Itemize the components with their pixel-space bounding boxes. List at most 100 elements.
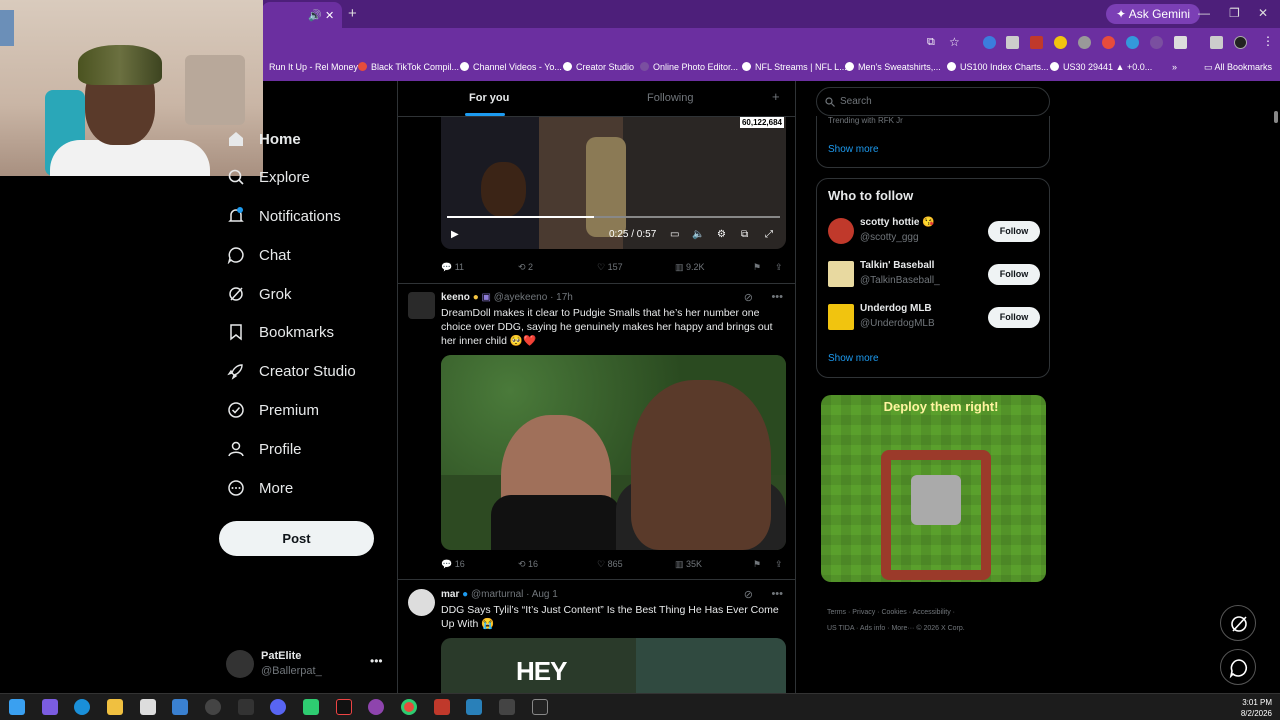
nav-profile[interactable]: Profile bbox=[219, 435, 302, 463]
bookmark-item[interactable]: US100 Index Charts... bbox=[947, 62, 1049, 72]
more-dots-icon[interactable]: ••• bbox=[771, 291, 783, 303]
share-icon[interactable]: ⇪ bbox=[775, 559, 783, 570]
captions-icon[interactable]: ▭ bbox=[670, 229, 679, 240]
show-more-link[interactable]: Show more bbox=[828, 144, 879, 155]
search-input[interactable]: Search bbox=[816, 87, 1050, 116]
grok-icon[interactable]: ⊘ bbox=[744, 291, 753, 304]
fullscreen-icon[interactable]: ⤢ bbox=[765, 229, 773, 240]
tab-for-you[interactable]: For you bbox=[469, 92, 509, 104]
app-icon[interactable] bbox=[466, 699, 482, 715]
volume-icon[interactable]: 🔈 bbox=[692, 229, 704, 240]
audio-icon[interactable]: 🔊 bbox=[308, 9, 322, 22]
post-button[interactable]: Post bbox=[219, 521, 374, 556]
bookmark-item[interactable]: Men's Sweatshirts,... bbox=[845, 62, 941, 72]
views-button[interactable]: ▥ 35K bbox=[675, 559, 702, 570]
like-button[interactable]: ♡ 865 bbox=[597, 559, 623, 570]
retweet-button[interactable]: ⟲ 16 bbox=[518, 559, 538, 570]
add-tab-icon[interactable]: + bbox=[772, 89, 780, 104]
views-button[interactable]: ▥ 9.2K bbox=[675, 262, 705, 273]
extension-icon[interactable] bbox=[1054, 36, 1067, 49]
tiktok-icon[interactable] bbox=[336, 699, 352, 715]
bookmark-item[interactable]: Online Photo Editor... bbox=[640, 62, 738, 72]
more-dots-icon[interactable]: ••• bbox=[370, 654, 383, 668]
follow-suggestion[interactable]: Underdog MLB @UnderdogMLB Follow bbox=[828, 302, 1040, 334]
extension-icon[interactable] bbox=[1030, 36, 1043, 49]
nav-home[interactable]: Home bbox=[219, 125, 301, 153]
bookmark-item[interactable]: NFL Streams | NFL L... bbox=[742, 62, 847, 72]
like-button[interactable]: ♡ 157 bbox=[597, 262, 623, 273]
bookmarks-overflow-icon[interactable]: » bbox=[1172, 62, 1177, 72]
bookmark-item[interactable]: Run It Up - Rel Money bbox=[269, 62, 358, 72]
game-ad-banner[interactable]: Deploy them right! bbox=[821, 395, 1046, 582]
extension-icon[interactable] bbox=[1078, 36, 1091, 49]
copilot-icon[interactable] bbox=[42, 699, 58, 715]
show-more-link[interactable]: Show more bbox=[828, 353, 879, 364]
discord-icon[interactable] bbox=[270, 699, 286, 715]
close-tab-icon[interactable]: ✕ bbox=[325, 9, 334, 22]
play-icon[interactable]: ▶ bbox=[451, 229, 459, 240]
grok-icon[interactable]: ⊘ bbox=[744, 588, 753, 601]
tweet-image[interactable] bbox=[441, 355, 786, 550]
all-bookmarks[interactable]: ▭ All Bookmarks bbox=[1204, 62, 1272, 73]
nav-bookmarks[interactable]: Bookmarks bbox=[219, 318, 334, 346]
app-icon[interactable] bbox=[499, 699, 515, 715]
trend-subtitle[interactable]: Trending with RFK Jr bbox=[828, 116, 903, 125]
extension-icon[interactable] bbox=[1006, 36, 1019, 49]
messages-fab[interactable] bbox=[1220, 649, 1256, 685]
system-clock[interactable]: 3:01 PM 8/2/2026 bbox=[1241, 697, 1272, 719]
tweet-age[interactable]: · 17h bbox=[550, 292, 573, 303]
follow-button[interactable]: Follow bbox=[988, 307, 1040, 328]
extension-icon[interactable] bbox=[1150, 36, 1163, 49]
new-tab-icon[interactable]: + bbox=[348, 5, 357, 22]
side-panel-icon[interactable] bbox=[1210, 36, 1223, 49]
window-close-icon[interactable]: ✕ bbox=[1258, 6, 1268, 20]
tweet-author-handle[interactable]: @marturnal bbox=[471, 589, 523, 600]
nav-explore[interactable]: Explore bbox=[219, 163, 310, 191]
epic-games-icon[interactable] bbox=[532, 699, 548, 715]
scroll-thumb[interactable] bbox=[1274, 111, 1278, 123]
retweet-button[interactable]: ⟲ 2 bbox=[518, 262, 533, 273]
ask-gemini-button[interactable]: ✦ Ask Gemini bbox=[1106, 4, 1201, 24]
app-icon[interactable] bbox=[434, 699, 450, 715]
minimize-icon[interactable]: — bbox=[1198, 6, 1210, 20]
edge-icon[interactable] bbox=[74, 699, 90, 715]
browser-menu-icon[interactable]: ⋮ bbox=[1262, 34, 1274, 48]
reply-button[interactable]: 💬 16 bbox=[441, 559, 465, 570]
extension-icon[interactable] bbox=[1126, 36, 1139, 49]
bookmark-item[interactable]: Creator Studio bbox=[563, 62, 634, 72]
profile-avatar[interactable] bbox=[1234, 36, 1247, 49]
bookmark-icon[interactable]: ⚑ bbox=[753, 559, 761, 570]
nav-notifications[interactable]: Notifications bbox=[219, 202, 341, 230]
extension-icon[interactable] bbox=[983, 36, 996, 49]
bookmark-item[interactable]: US30 29441 ▲ +0.0... bbox=[1050, 62, 1152, 72]
extension-icon[interactable] bbox=[1102, 36, 1115, 49]
cast-icon[interactable]: ⧉ bbox=[927, 36, 935, 49]
tweet-author-name[interactable]: keeno bbox=[441, 292, 470, 303]
file-explorer-icon[interactable] bbox=[107, 699, 123, 715]
nav-chat[interactable]: Chat bbox=[219, 241, 291, 269]
app-icon[interactable] bbox=[368, 699, 384, 715]
windows-start-icon[interactable] bbox=[9, 699, 25, 715]
star-icon[interactable]: ☆ bbox=[949, 35, 960, 49]
steam-icon[interactable] bbox=[205, 699, 221, 715]
share-icon[interactable]: ⇪ bbox=[775, 262, 783, 273]
follow-suggestion[interactable]: Talkin' Baseball @TalkinBaseball_ Follow bbox=[828, 259, 1040, 291]
scrollbar[interactable] bbox=[1272, 81, 1280, 693]
nav-grok[interactable]: Grok bbox=[219, 280, 292, 308]
extensions-puzzle-icon[interactable] bbox=[1174, 36, 1187, 49]
footer-line[interactable]: Terms · Privacy · Cookies · Accessibilit… bbox=[827, 605, 1042, 621]
bookmark-icon[interactable]: ⚑ bbox=[753, 262, 761, 273]
bookmark-item[interactable]: Channel Videos - Yo... bbox=[460, 62, 562, 72]
chrome-icon[interactable] bbox=[401, 699, 417, 715]
nav-creator-studio[interactable]: Creator Studio bbox=[219, 357, 356, 385]
tweet-image[interactable]: HEY bbox=[441, 638, 786, 693]
store-icon[interactable] bbox=[140, 699, 156, 715]
follow-button[interactable]: Follow bbox=[988, 264, 1040, 285]
mail-icon[interactable] bbox=[172, 699, 188, 715]
app-icon[interactable] bbox=[303, 699, 319, 715]
follow-suggestion[interactable]: scotty hottie 😘 @scotty_ggg Follow bbox=[828, 216, 1040, 248]
avatar[interactable] bbox=[408, 589, 435, 616]
browser-tab[interactable]: 🔊 ✕ bbox=[262, 2, 342, 28]
tweet-author-name[interactable]: mar bbox=[441, 589, 459, 600]
epic-games-icon[interactable] bbox=[238, 699, 254, 715]
